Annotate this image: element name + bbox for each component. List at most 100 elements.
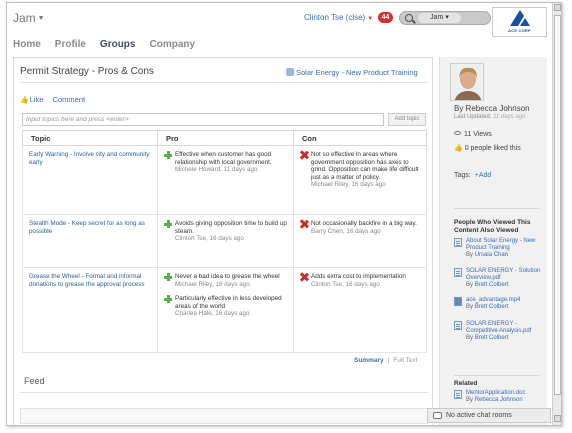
view-toggle: Summary | Full Text <box>354 357 417 364</box>
item-author[interactable]: Brett Colbert <box>475 282 509 288</box>
also-viewed-heading: People Who Viewed This Content Also View… <box>454 219 531 234</box>
comment-button[interactable]: Comment <box>53 95 86 104</box>
feed-input[interactable] <box>20 408 428 424</box>
list-item[interactable]: SOLAR ENERGY - Solution Overview.pdf By B… <box>454 268 548 289</box>
entry-meta: Barry Chen, 16 days ago <box>311 227 381 235</box>
main-nav: Home Profile Groups Company <box>13 39 195 53</box>
list-item[interactable]: MentorApplication.doc By Rebecca Johnson <box>454 390 548 404</box>
list-item[interactable]: ace_advantage.mp4 By Brett Colbert <box>454 297 548 311</box>
con-cell[interactable]: Not occasionally backfire in a big way. B… <box>293 214 427 268</box>
con-cell[interactable]: Adds extra cost to implementation Clinton… <box>293 267 427 353</box>
item-author[interactable]: Rebecca Johnson <box>475 397 523 403</box>
nav-home[interactable]: Home <box>13 39 41 53</box>
pro-cell[interactable]: Effective when customer has good relatio… <box>157 145 294 215</box>
item-title: SOLAR ENERGY - Solution Overview.pdf <box>466 268 541 281</box>
item-title: ace_advantage.mp4 <box>466 297 521 303</box>
topic-text: Early Warning - Involve city and communi… <box>29 151 150 166</box>
con-cell[interactable]: Not so effective in areas where governme… <box>293 145 427 215</box>
video-icon <box>454 297 462 306</box>
view-count: 11 Views <box>454 131 492 138</box>
full-text-link[interactable]: Full Text <box>393 357 417 364</box>
con-text: Adds extra cost to implementation <box>311 273 406 280</box>
chat-status-label: No active chat rooms <box>446 412 512 419</box>
nav-groups[interactable]: Groups <box>100 39 136 53</box>
cross-icon <box>300 151 308 159</box>
like-count: 👍 0 people liked this <box>454 144 521 152</box>
by-label: By <box>466 335 474 341</box>
topic-text: Stealth Mode - Keep secret for as long a… <box>29 220 145 235</box>
pro-text: Effective when customer has good relatio… <box>175 151 272 166</box>
cross-icon <box>300 220 308 228</box>
con-entry: Adds extra cost to implementation Clinton… <box>300 273 420 288</box>
avatar[interactable] <box>450 63 484 101</box>
app-switcher[interactable]: Jam ▼ <box>13 11 45 25</box>
vertical-scrollbar[interactable] <box>552 3 561 425</box>
add-topic-button[interactable]: Add topic <box>388 113 426 126</box>
topic-cell[interactable]: Early Warning - Involve city and communi… <box>22 145 158 215</box>
like-button[interactable]: 👍Like <box>20 95 43 104</box>
list-item[interactable]: About Solar Energy - New Product Trainin… <box>454 238 548 259</box>
nav-company[interactable]: Company <box>149 39 195 53</box>
add-tag-link[interactable]: +Add <box>475 172 492 179</box>
by-label: By <box>466 397 474 403</box>
item-author[interactable]: Ursala Chan <box>475 252 508 258</box>
pro-entry: Never a bad idea to grease the wheel Mich… <box>164 273 287 288</box>
user-menu[interactable]: Clinton Tse (clse) ▼ <box>304 13 373 22</box>
item-title: SOLAR ENERGY - Competitive Analysis.pdf <box>466 321 532 334</box>
search-icon <box>405 14 413 22</box>
plus-icon <box>164 220 172 228</box>
topic-cell[interactable]: Grease the Wheel - Formal and informal d… <box>22 267 158 353</box>
author-name[interactable]: By Rebecca Johnson <box>454 104 530 113</box>
by-label: By <box>466 282 474 288</box>
pro-entry: Particularly effective in less developed… <box>164 295 287 318</box>
action-bar: 👍Like Comment <box>20 95 85 104</box>
notification-badge[interactable]: 44 <box>378 12 393 23</box>
item-author[interactable]: Brett Colbert <box>475 304 509 310</box>
search-scope-select[interactable]: Jam ▾ <box>418 13 461 23</box>
entry-meta: Michele Howard, 11 days ago <box>175 166 258 173</box>
scrollbar-thumb[interactable] <box>554 15 561 395</box>
pro-entry: Avoids giving opposition time to build u… <box>164 220 287 243</box>
search-box[interactable]: Jam ▾ <box>399 11 491 25</box>
scroll-up-arrow-icon[interactable] <box>554 4 561 11</box>
thumbs-up-icon: 👍 <box>20 97 29 104</box>
feed-title: Feed <box>24 376 45 386</box>
last-updated-value: 11 days ago <box>493 114 526 120</box>
divider <box>20 392 428 393</box>
pro-text: Particularly effective in less developed… <box>175 295 282 310</box>
item-title: MentorApplication.doc <box>466 390 526 396</box>
view-count-label: 11 Views <box>464 131 492 138</box>
eye-icon <box>454 131 461 135</box>
nav-profile[interactable]: Profile <box>55 39 86 53</box>
table-row: Early Warning - Involve city and communi… <box>22 145 427 215</box>
logo-text: ACE CORP <box>508 28 531 33</box>
separator: | <box>387 357 390 364</box>
last-updated-label: Last Updated: <box>454 114 492 120</box>
pro-cell[interactable]: Avoids giving opposition time to build u… <box>157 214 294 268</box>
related-content-link[interactable]: Solar Energy - New Product Training <box>286 68 418 77</box>
chat-bar[interactable]: No active chat rooms <box>427 408 551 423</box>
chevron-down-icon: ▼ <box>37 15 45 23</box>
topic-input[interactable]: Input topics here and press <enter> <box>22 113 384 126</box>
table-row: Grease the Wheel - Formal and informal d… <box>22 267 427 353</box>
app-window: Jam ▼ Clinton Tse (clse) ▼ 44 Jam ▾ ACE CO… <box>6 2 562 426</box>
last-updated: Last Updated: 11 days ago <box>454 114 525 120</box>
training-icon <box>454 238 462 247</box>
divider <box>454 208 540 209</box>
scroll-down-arrow-icon[interactable] <box>554 415 561 422</box>
thumbs-up-icon: 👍 <box>454 145 463 152</box>
app-title: Jam <box>13 11 36 25</box>
item-author[interactable]: Brett Colbert <box>475 335 509 341</box>
company-logo: ACE CORP <box>492 7 547 37</box>
topic-cell[interactable]: Stealth Mode - Keep secret for as long a… <box>22 214 158 268</box>
list-item[interactable]: SOLAR ENERGY - Competitive Analysis.pdf B… <box>454 321 548 342</box>
con-entry: Not so effective in areas where governme… <box>300 151 420 189</box>
entry-meta: Michael Riley, 16 days ago <box>311 181 386 188</box>
table-row: Stealth Mode - Keep secret for as long a… <box>22 214 427 268</box>
plus-icon <box>164 295 172 303</box>
pro-text: Never a bad idea to grease the wheel <box>175 273 280 280</box>
document-icon <box>454 321 462 330</box>
pro-cell[interactable]: Never a bad idea to grease the wheel Mich… <box>157 267 294 353</box>
summary-link[interactable]: Summary <box>354 357 384 364</box>
entry-meta: Michael Riley, 16 days ago <box>175 280 250 288</box>
